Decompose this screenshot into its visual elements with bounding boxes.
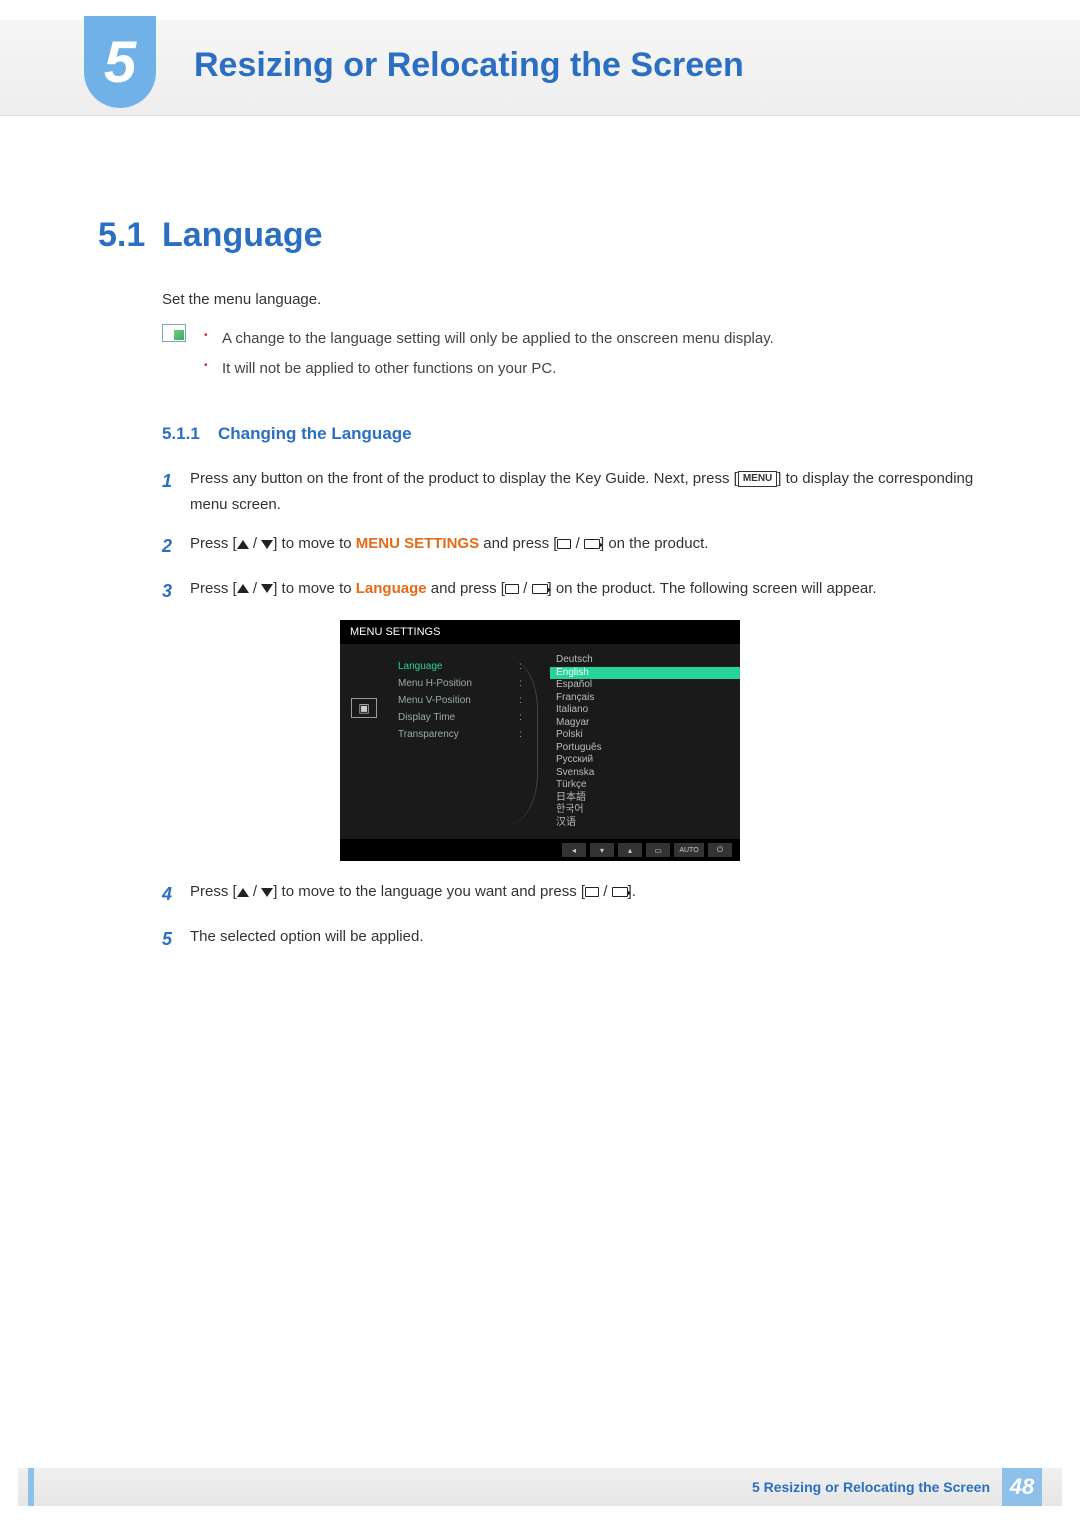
osd-language-option: Português (550, 742, 740, 755)
down-arrow-icon (261, 540, 273, 549)
source-icon (585, 887, 599, 897)
enter-icon (584, 539, 600, 549)
source-icon (557, 539, 571, 549)
chapter-number: 5 (104, 29, 136, 96)
osd-menu-list: Language:Menu H-Position:Menu V-Position… (388, 652, 538, 831)
osd-language-option: Türkçe (550, 779, 740, 792)
chapter-badge: 5 (84, 16, 156, 108)
step-number: 3 (162, 576, 190, 607)
up-arrow-icon (237, 540, 249, 549)
osd-down-icon: ▾ (590, 843, 614, 857)
section-heading: 5.1 Language (98, 216, 982, 255)
note-item: A change to the language setting will on… (204, 324, 774, 354)
osd-language-option: 汉语 (550, 817, 740, 830)
osd-language-option: Deutsch (550, 654, 740, 667)
osd-language-option: 日本語 (550, 792, 740, 805)
osd-language-option: Magyar (550, 717, 740, 730)
step-number: 5 (162, 924, 190, 955)
section-number: 5.1 (98, 216, 162, 255)
chapter-header: 5 Resizing or Relocating the Screen (0, 20, 1080, 116)
osd-screenshot: MENU SETTINGS ▣ Language:Menu H-Position… (98, 620, 982, 861)
down-arrow-icon (261, 584, 273, 593)
menu-settings-label: MENU SETTINGS (356, 535, 479, 552)
step-number: 2 (162, 531, 190, 562)
step-1: 1 Press any button on the front of the p… (162, 466, 982, 517)
footer-accent (28, 1468, 34, 1506)
chapter-title: Resizing or Relocating the Screen (194, 46, 744, 85)
osd-language-option: Svenska (550, 767, 740, 780)
step-5: 5 The selected option will be applied. (162, 924, 982, 955)
content: 5.1 Language Set the menu language. A ch… (0, 216, 1080, 954)
enter-icon (532, 584, 548, 594)
osd-enter-icon: ▭ (646, 843, 670, 857)
osd-section-icon: ▣ (351, 698, 377, 718)
footer-caption: 5 Resizing or Relocating the Screen (752, 1479, 990, 1495)
osd-language-option: Русский (550, 754, 740, 767)
section-title: Language (162, 216, 323, 255)
osd-language-option: Français (550, 692, 740, 705)
osd-menu-item: Menu V-Position: (392, 692, 538, 709)
subsection-heading: 5.1.1 Changing the Language (162, 424, 982, 444)
osd-up-icon: ▴ (618, 843, 642, 857)
osd-menu-item: Menu H-Position: (392, 675, 538, 692)
source-icon (505, 584, 519, 594)
menu-key-icon: MENU (738, 471, 777, 487)
step-2: 2 Press [ / ] to move to MENU SETTINGS a… (162, 531, 982, 562)
down-arrow-icon (261, 888, 273, 897)
osd-title: MENU SETTINGS (340, 620, 740, 644)
up-arrow-icon (237, 584, 249, 593)
osd-auto-button: AUTO (674, 843, 704, 857)
note-list: A change to the language setting will on… (204, 324, 774, 384)
step-number: 1 (162, 466, 190, 517)
osd-language-option: Polski (550, 729, 740, 742)
language-label: Language (356, 580, 427, 597)
subsection-title: Changing the Language (218, 424, 412, 444)
note-icon (162, 324, 186, 342)
osd-language-option: Italiano (550, 704, 740, 717)
osd-power-icon: ⏻ (708, 843, 732, 857)
step-4: 4 Press [ / ] to move to the language yo… (162, 879, 982, 910)
step-3: 3 Press [ / ] to move to Language and pr… (162, 576, 982, 607)
osd-language-option: Español (550, 679, 740, 692)
note-item: It will not be applied to other function… (204, 354, 774, 384)
osd-language-list: DeutschEnglishEspañolFrançaisItalianoMag… (538, 652, 740, 831)
page-footer: 5 Resizing or Relocating the Screen 48 (18, 1468, 1062, 1506)
subsection-number: 5.1.1 (162, 424, 218, 444)
page-number: 48 (1002, 1468, 1042, 1506)
osd-footer: ◂ ▾ ▴ ▭ AUTO ⏻ (340, 839, 740, 861)
osd-menu-item: Display Time: (392, 709, 538, 726)
osd-menu-item: Transparency: (392, 726, 538, 743)
osd-language-option: 한국어 (550, 804, 740, 817)
osd-menu-item: Language: (392, 658, 538, 675)
osd-panel: MENU SETTINGS ▣ Language:Menu H-Position… (340, 620, 740, 861)
osd-back-icon: ◂ (562, 843, 586, 857)
osd-language-option: English (550, 667, 740, 680)
enter-icon (612, 887, 628, 897)
note-block: A change to the language setting will on… (162, 324, 982, 384)
section-intro: Set the menu language. (162, 291, 982, 308)
up-arrow-icon (237, 888, 249, 897)
step-number: 4 (162, 879, 190, 910)
